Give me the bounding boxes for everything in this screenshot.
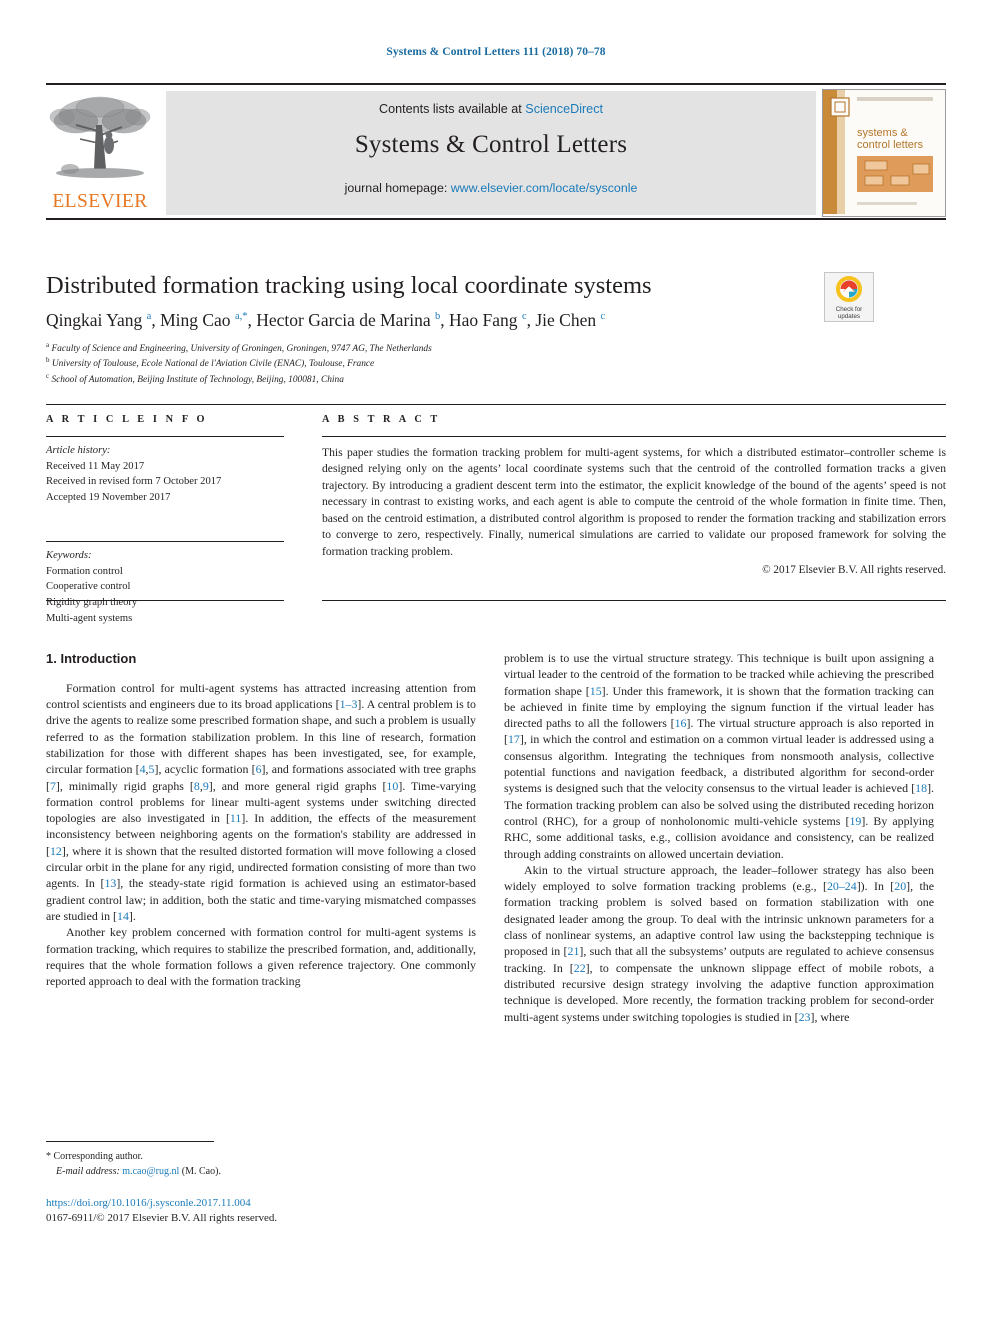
doi-link[interactable]: https://doi.org/10.1016/j.sysconle.2017.…	[46, 1196, 476, 1211]
journal-homepage-link[interactable]: www.elsevier.com/locate/sysconle	[451, 181, 638, 195]
sciencedirect-link[interactable]: ScienceDirect	[525, 102, 603, 116]
article-history-item-1: Received in revised form 7 October 2017	[46, 476, 222, 488]
affiliation-a: a Faculty of Science and Engineering, Un…	[46, 341, 666, 356]
corresponding-marker: *	[46, 1151, 51, 1162]
corresponding-author-note: * Corresponding author.	[46, 1150, 476, 1165]
abstract-bottom-rule	[322, 600, 946, 601]
journal-homepage-line: journal homepage: www.elsevier.com/locat…	[166, 181, 816, 195]
svg-text:control letters: control letters	[857, 139, 924, 151]
crossmark-icon	[836, 276, 862, 302]
affiliation-list: a Faculty of Science and Engineering, Un…	[46, 341, 666, 387]
affiliation-c: c School of Automation, Beijing Institut…	[46, 372, 666, 387]
crossmark-label: Check for updates	[825, 306, 873, 320]
running-head: Systems & Control Letters 111 (2018) 70–…	[386, 46, 606, 58]
paper-page: Systems & Control Letters 111 (2018) 70–…	[0, 0, 992, 1323]
author-list: Qingkai Yang a, Ming Cao a,*, Hector Gar…	[46, 310, 606, 330]
article-info-bottom-rule	[46, 600, 284, 601]
journal-masthead: ELSEVIER Contents lists available at Sci…	[46, 83, 946, 217]
email-suffix: (M. Cao).	[181, 1165, 221, 1177]
paragraph-right-0: problem is to use the virtual structure …	[504, 651, 935, 861]
keyword-0: Formation control	[46, 565, 123, 577]
abstract-copyright: © 2017 Elsevier B.V. All rights reserved…	[762, 564, 946, 577]
article-history-item-2: Accepted 19 November 2017	[46, 491, 171, 503]
journal-band: Contents lists available at ScienceDirec…	[166, 91, 816, 215]
affiliation-marker-a: a	[46, 341, 50, 349]
keywords-label: Keywords:	[46, 550, 92, 562]
keyword-2: Rigidity graph theory	[46, 596, 138, 608]
abstract-text: This paper studies the formation trackin…	[322, 446, 946, 558]
article-history-label: Article history:	[46, 445, 111, 456]
keyword-3: Multi-agent systems	[46, 612, 133, 624]
email-label: E-mail address:	[56, 1165, 120, 1177]
article-info-heading: A R T I C L E I N F O	[46, 414, 208, 425]
paragraph-right-1: Akin to the virtual structure approach, …	[504, 862, 934, 1024]
journal-title: Systems & Control Letters	[354, 131, 628, 158]
footnote-block: * Corresponding author. E-mail address: …	[46, 1150, 476, 1179]
paragraph-left-0: Formation control for multi-agent system…	[46, 680, 476, 923]
article-history-item-0: Received 11 May 2017	[46, 460, 145, 472]
elsevier-logo: ELSEVIER	[46, 91, 154, 215]
keywords-block: Keywords: Formation control Cooperative …	[46, 542, 284, 626]
abstract-heading: A B S T R A C T	[322, 414, 441, 425]
elsevier-wordmark: ELSEVIER	[52, 191, 148, 212]
keyword-1: Cooperative control	[46, 581, 131, 593]
footnote-rule	[46, 1141, 214, 1142]
crossmark-label-line1: Check for	[835, 306, 863, 313]
body-column-left: 1. Introduction Formation control for mu…	[46, 650, 476, 989]
contents-prefix: Contents lists available at	[378, 102, 526, 116]
article-info-column: A R T I C L E I N F O Article history: R…	[46, 414, 284, 626]
paragraph-left-1: Another key problem concerned with forma…	[46, 925, 476, 989]
info-abstract-top-rule	[46, 404, 946, 405]
crossmark-label-line2: updates	[837, 313, 861, 321]
affiliation-b: b University of Toulouse, Ecole National…	[46, 356, 666, 371]
email-link[interactable]: m.cao@rug.nl	[122, 1166, 179, 1177]
masthead-bottom-rule	[46, 218, 946, 220]
affiliation-marker-b: b	[46, 356, 50, 365]
article-history-block: Article history: Received 11 May 2017 Re…	[46, 437, 284, 505]
doi-block: https://doi.org/10.1016/j.sysconle.2017.…	[46, 1196, 476, 1227]
affiliation-marker-c: c	[46, 371, 50, 380]
affiliation-text-a: Faculty of Science and Engineering, Univ…	[51, 344, 432, 355]
svg-text:systems &: systems &	[857, 127, 908, 139]
journal-cover-thumbnail: systems & control letters	[822, 89, 946, 217]
homepage-prefix: journal homepage:	[344, 181, 451, 195]
issn-copyright-line: 0167-6911/© 2017 Elsevier B.V. All right…	[46, 1212, 278, 1225]
corresponding-text: Corresponding author.	[53, 1151, 143, 1162]
contents-available-line: Contents lists available at ScienceDirec…	[166, 91, 816, 116]
body-column-right: problem is to use the virtual structure …	[504, 650, 934, 1025]
section-heading-introduction: 1. Introduction	[46, 651, 137, 666]
crossmark-badge[interactable]: Check for updates	[824, 272, 874, 322]
page-title: Distributed formation tracking using loc…	[46, 272, 652, 299]
affiliation-text-c: School of Automation, Beijing Institute …	[51, 375, 344, 386]
email-note: E-mail address: m.cao@rug.nl (M. Cao).	[46, 1165, 476, 1180]
keywords-wrap: Keywords: Formation control Cooperative …	[46, 541, 284, 626]
affiliation-text-b: University of Toulouse, Ecole National d…	[51, 359, 375, 370]
abstract-column: A B S T R A C T This paper studies the f…	[322, 414, 946, 576]
